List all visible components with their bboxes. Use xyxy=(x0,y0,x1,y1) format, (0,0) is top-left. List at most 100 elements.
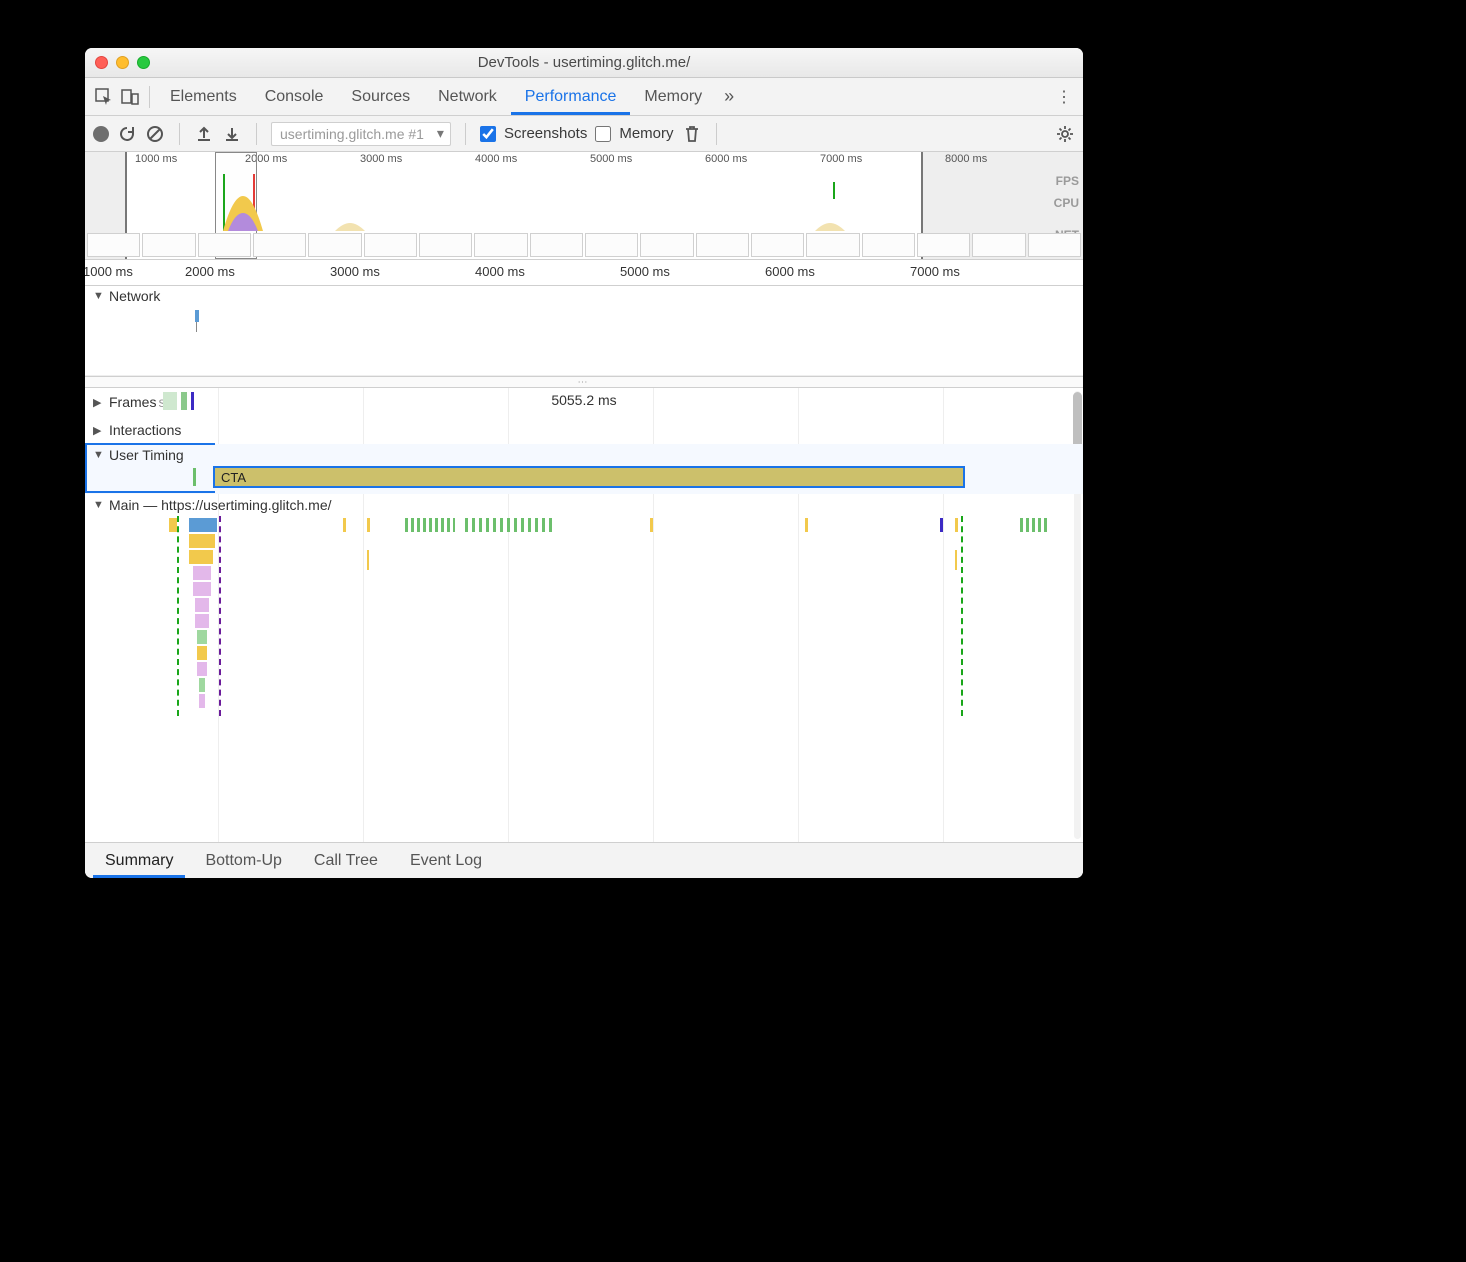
user-timing-measure-cta[interactable]: CTA xyxy=(213,466,965,488)
tab-bottom-up[interactable]: Bottom-Up xyxy=(193,843,293,878)
profile-selector[interactable]: usertiming.glitch.me #1 xyxy=(271,122,451,146)
marker-line-icon xyxy=(961,516,963,716)
task-bar[interactable] xyxy=(940,518,943,532)
screenshots-label: Screenshots xyxy=(504,125,587,142)
pane-resizer[interactable]: ⋯ xyxy=(85,376,1083,388)
task-bar[interactable] xyxy=(197,662,207,676)
overview-tick: 6000 ms xyxy=(705,153,747,165)
overview-marker-icon xyxy=(833,182,835,199)
network-request-bar[interactable] xyxy=(195,310,199,322)
interactions-label: Interactions xyxy=(109,422,181,438)
overview-tick: 3000 ms xyxy=(360,153,402,165)
network-request-bar[interactable] xyxy=(196,322,197,332)
overview-tick: 4000 ms xyxy=(475,153,517,165)
user-timing-measure-label: CTA xyxy=(221,470,246,485)
more-tabs-icon[interactable]: » xyxy=(716,84,742,110)
main-thread-track-header[interactable]: ▼ Main — https://usertiming.glitch.me/ xyxy=(85,494,1083,516)
tab-elements[interactable]: Elements xyxy=(156,78,251,115)
memory-checkbox[interactable] xyxy=(595,126,611,142)
devtools-window: DevTools - usertiming.glitch.me/ Element… xyxy=(85,48,1083,878)
frames-track[interactable]: ▶ Frames s 5055.2 ms xyxy=(85,388,1083,416)
task-bar[interactable] xyxy=(195,598,209,612)
task-bar[interactable] xyxy=(1020,518,1050,532)
inspect-element-icon[interactable] xyxy=(91,84,117,110)
tab-call-tree[interactable]: Call Tree xyxy=(302,843,390,878)
chevron-down-icon: ▼ xyxy=(93,499,105,511)
tab-event-log[interactable]: Event Log xyxy=(398,843,494,878)
task-bar[interactable] xyxy=(650,518,653,532)
main-flamechart[interactable] xyxy=(85,516,1083,716)
task-bar[interactable] xyxy=(189,518,217,532)
overview-tick: 7000 ms xyxy=(820,153,862,165)
ruler-tick: 1000 ms xyxy=(85,264,133,279)
chevron-right-icon: ▶ xyxy=(93,424,105,437)
network-track[interactable]: ▼ Network xyxy=(85,286,1083,376)
capture-settings-icon[interactable] xyxy=(1055,124,1075,144)
overview-timeline[interactable]: 1000 ms 2000 ms 3000 ms 4000 ms 5000 ms … xyxy=(85,152,1083,260)
tab-summary[interactable]: Summary xyxy=(93,843,185,878)
user-timing-track-header[interactable]: ▼ User Timing xyxy=(85,444,1083,466)
main-thread-label: Main — https://usertiming.glitch.me/ xyxy=(109,497,332,513)
load-profile-icon[interactable] xyxy=(194,124,214,144)
interactions-track[interactable]: ▶ Interactions xyxy=(85,416,1083,444)
window-title: DevTools - usertiming.glitch.me/ xyxy=(85,54,1083,71)
overview-tick: 1000 ms xyxy=(135,153,177,165)
garbage-collect-icon[interactable] xyxy=(682,124,702,144)
fcp-marker-line-icon xyxy=(219,516,221,716)
overview-tick: 5000 ms xyxy=(590,153,632,165)
task-bar[interactable] xyxy=(199,678,205,692)
kebab-menu-icon[interactable]: ⋮ xyxy=(1051,84,1077,110)
save-profile-icon[interactable] xyxy=(222,124,242,144)
flamechart-pane[interactable]: ▶ Frames s 5055.2 ms ▶ Interactions ▼ Us… xyxy=(85,388,1083,842)
task-bar[interactable] xyxy=(465,518,555,532)
task-bar[interactable] xyxy=(343,518,346,532)
panel-tabs: Elements Console Sources Network Perform… xyxy=(85,78,1083,116)
task-bar[interactable] xyxy=(197,630,207,644)
overview-screenshots-strip xyxy=(87,233,1081,257)
network-track-header[interactable]: ▼ Network xyxy=(85,286,1083,306)
task-bar[interactable] xyxy=(197,646,207,660)
device-toolbar-icon[interactable] xyxy=(117,84,143,110)
task-bar[interactable] xyxy=(189,550,213,564)
tab-sources[interactable]: Sources xyxy=(337,78,424,115)
ruler-tick: 5000 ms xyxy=(620,264,670,279)
tab-performance[interactable]: Performance xyxy=(511,78,631,115)
task-bar[interactable] xyxy=(199,694,205,708)
reload-record-icon[interactable] xyxy=(117,124,137,144)
task-bar[interactable] xyxy=(193,582,211,596)
record-button[interactable] xyxy=(93,126,109,142)
task-bar[interactable] xyxy=(367,550,369,570)
task-bar[interactable] xyxy=(367,518,370,532)
overview-cpu-chart xyxy=(223,191,263,231)
screenshots-checkbox[interactable] xyxy=(480,126,496,142)
ruler-tick: 3000 ms xyxy=(330,264,380,279)
main-thread-track[interactable]: ▼ Main — https://usertiming.glitch.me/ xyxy=(85,494,1083,716)
ruler-tick: 6000 ms xyxy=(765,264,815,279)
main-ruler[interactable]: 1000 ms 2000 ms 3000 ms 4000 ms 5000 ms … xyxy=(85,260,1083,286)
task-bar[interactable] xyxy=(169,518,177,532)
tab-console[interactable]: Console xyxy=(251,78,338,115)
interactions-track-header[interactable]: ▶ Interactions xyxy=(85,416,1083,444)
overview-fps-label: FPS xyxy=(1056,174,1079,188)
task-bar[interactable] xyxy=(955,518,958,532)
overview-cpu-chart xyxy=(335,211,365,231)
network-label: Network xyxy=(109,288,160,304)
ruler-tick: 2000 ms xyxy=(185,264,235,279)
task-bar[interactable] xyxy=(405,518,455,532)
clear-icon[interactable] xyxy=(145,124,165,144)
window-titlebar: DevTools - usertiming.glitch.me/ xyxy=(85,48,1083,78)
ruler-tick: 7000 ms xyxy=(910,264,960,279)
task-bar[interactable] xyxy=(195,614,209,628)
task-bar[interactable] xyxy=(805,518,808,532)
performance-toolbar: usertiming.glitch.me #1 Screenshots Memo… xyxy=(85,116,1083,152)
overview-cpu-label: CPU xyxy=(1054,196,1079,210)
task-bar[interactable] xyxy=(193,566,211,580)
user-timing-track[interactable]: ▼ User Timing CTA xyxy=(85,444,1083,494)
overview-tick: 8000 ms xyxy=(945,153,987,165)
task-bar[interactable] xyxy=(955,550,957,570)
user-timing-mark[interactable] xyxy=(193,468,196,486)
chevron-down-icon: ▼ xyxy=(93,290,105,302)
tab-memory[interactable]: Memory xyxy=(630,78,716,115)
task-bar[interactable] xyxy=(189,534,215,548)
tab-network[interactable]: Network xyxy=(424,78,511,115)
